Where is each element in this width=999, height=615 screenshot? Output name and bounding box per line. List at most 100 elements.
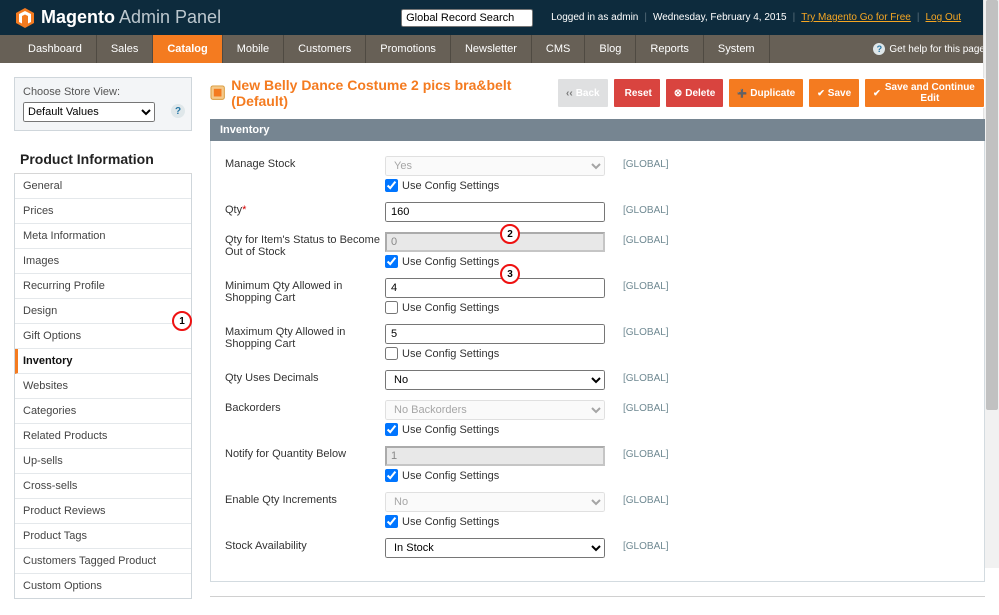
notify-input[interactable] [385, 446, 605, 466]
store-view-label: Choose Store View: [23, 86, 183, 98]
max-qty-input[interactable] [385, 324, 605, 344]
backorders-select[interactable]: No Backorders [385, 400, 605, 420]
store-view-switcher: Choose Store View: Default Values ? [14, 77, 192, 131]
tab-design[interactable]: Design [15, 299, 191, 324]
main-nav: Dashboard Sales Catalog Mobile Customers… [0, 35, 999, 63]
back-button-label: Back [576, 88, 600, 99]
nav-customers[interactable]: Customers [284, 35, 366, 63]
panel-title-strong: Magento [41, 7, 115, 27]
tab-upsells[interactable]: Up-sells [15, 449, 191, 474]
use-config-label: Use Config Settings [402, 348, 499, 360]
nav-reports[interactable]: Reports [636, 35, 704, 63]
decimals-label: Qty Uses Decimals [225, 370, 385, 384]
back-button[interactable]: Back [557, 78, 609, 108]
qty-oos-useconfig[interactable] [385, 255, 398, 268]
sidebar-title: Product Information [14, 143, 192, 174]
delete-button[interactable]: Delete [665, 78, 724, 108]
tab-images[interactable]: Images [15, 249, 191, 274]
tab-crosssells[interactable]: Cross-sells [15, 474, 191, 499]
header-status: Logged in as admin | Wednesday, February… [551, 12, 961, 23]
scope-badge: [GLOBAL] [623, 156, 669, 170]
nav-blog[interactable]: Blog [585, 35, 636, 63]
nav-dashboard[interactable]: Dashboard [14, 35, 97, 63]
scope-badge: [GLOBAL] [623, 538, 669, 552]
nav-promotions[interactable]: Promotions [366, 35, 451, 63]
scope-badge: [GLOBAL] [623, 232, 669, 246]
min-qty-input[interactable] [385, 278, 605, 298]
save-continue-button[interactable]: Save and Continue Edit [864, 78, 985, 108]
tab-general[interactable]: General [15, 174, 191, 199]
tab-categories[interactable]: Categories [15, 399, 191, 424]
help-icon: ? [873, 43, 885, 55]
manage-stock-label: Manage Stock [225, 156, 385, 170]
tab-related[interactable]: Related Products [15, 424, 191, 449]
product-icon [210, 85, 225, 101]
separator-icon: | [793, 12, 796, 23]
panel-title-light: Admin Panel [115, 7, 221, 27]
qty-input[interactable] [385, 202, 605, 222]
use-config-label: Use Config Settings [402, 424, 499, 436]
global-search [401, 9, 533, 27]
nav-system[interactable]: System [704, 35, 770, 63]
tab-cust-tagged[interactable]: Customers Tagged Product [15, 549, 191, 574]
availability-select[interactable]: In Stock [385, 538, 605, 558]
page-scrollbar-track[interactable] [983, 0, 999, 568]
tab-reviews[interactable]: Product Reviews [15, 499, 191, 524]
tab-tags[interactable]: Product Tags [15, 524, 191, 549]
nav-help[interactable]: ? Get help for this page [873, 35, 999, 63]
duplicate-button[interactable]: Duplicate [728, 78, 804, 108]
manage-stock-useconfig[interactable] [385, 179, 398, 192]
min-qty-useconfig[interactable] [385, 301, 398, 314]
tab-prices[interactable]: Prices [15, 199, 191, 224]
tab-gift[interactable]: Gift Options [15, 324, 191, 349]
global-search-input[interactable] [401, 9, 533, 27]
product-tabs: General Prices Meta Information Images R… [14, 174, 192, 599]
nav-sales[interactable]: Sales [97, 35, 154, 63]
qty-oos-input[interactable] [385, 232, 605, 252]
page-scrollbar-thumb[interactable] [986, 0, 998, 410]
manage-stock-select[interactable]: Yes [385, 156, 605, 176]
increments-label: Enable Qty Increments [225, 492, 385, 506]
logout-link[interactable]: Log Out [925, 12, 961, 23]
logo: Magento Admin Panel [15, 7, 221, 28]
annotation-callout-2: 2 [500, 224, 520, 244]
decimals-select[interactable]: No [385, 370, 605, 390]
duplicate-button-label: Duplicate [750, 88, 795, 99]
header-bar: Magento Admin Panel Logged in as admin |… [0, 0, 999, 35]
nav-mobile[interactable]: Mobile [223, 35, 284, 63]
tab-websites[interactable]: Websites [15, 374, 191, 399]
tab-meta[interactable]: Meta Information [15, 224, 191, 249]
notify-useconfig[interactable] [385, 469, 398, 482]
store-view-select[interactable]: Default Values [23, 102, 155, 122]
use-config-label: Use Config Settings [402, 302, 499, 314]
nav-newsletter[interactable]: Newsletter [451, 35, 532, 63]
tab-inventory[interactable]: Inventory [15, 349, 191, 374]
annotation-callout-1: 1 [172, 311, 192, 331]
use-config-label: Use Config Settings [402, 256, 499, 268]
max-qty-label: Maximum Qty Allowed in Shopping Cart [225, 324, 385, 350]
backorders-useconfig[interactable] [385, 423, 398, 436]
qty-oos-label: Qty for Item's Status to Become Out of S… [225, 232, 385, 258]
save-button[interactable]: Save [808, 78, 860, 108]
logged-in-text: Logged in as admin [551, 12, 638, 23]
scope-badge: [GLOBAL] [623, 446, 669, 460]
header-date: Wednesday, February 4, 2015 [653, 12, 787, 23]
backorders-label: Backorders [225, 400, 385, 414]
page-title: New Belly Dance Costume 2 pics bra&belt … [231, 77, 557, 109]
reset-button[interactable]: Reset [613, 78, 661, 108]
reset-button-label: Reset [625, 88, 652, 99]
increments-useconfig[interactable] [385, 515, 398, 528]
max-qty-useconfig[interactable] [385, 347, 398, 360]
tab-recurring[interactable]: Recurring Profile [15, 274, 191, 299]
help-icon[interactable]: ? [171, 104, 185, 118]
try-magento-link[interactable]: Try Magento Go for Free [801, 12, 911, 23]
scope-badge: [GLOBAL] [623, 492, 669, 506]
tab-custom-options[interactable]: Custom Options [15, 574, 191, 598]
magento-logo-icon [15, 8, 35, 28]
nav-cms[interactable]: CMS [532, 35, 585, 63]
scope-badge: [GLOBAL] [623, 202, 669, 216]
use-config-label: Use Config Settings [402, 516, 499, 528]
increments-select[interactable]: No [385, 492, 605, 512]
notify-label: Notify for Quantity Below [225, 446, 385, 460]
nav-catalog[interactable]: Catalog [153, 35, 222, 63]
